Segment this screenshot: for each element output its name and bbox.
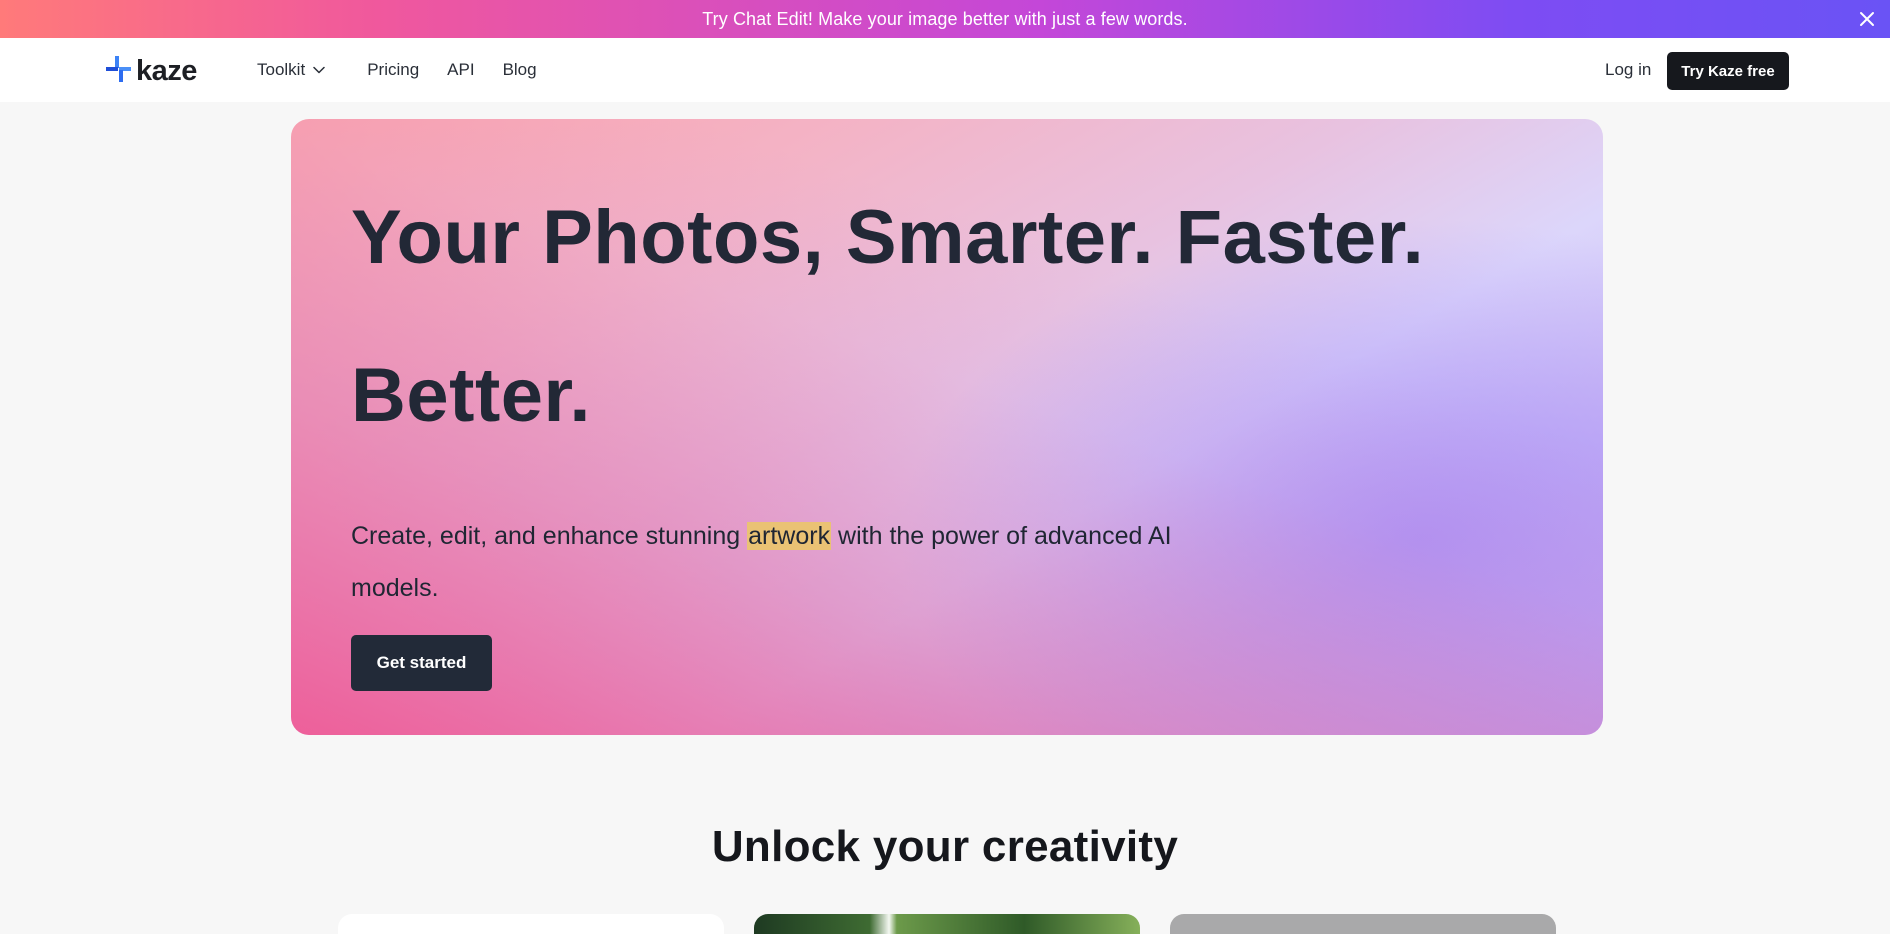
announcement-text[interactable]: Try Chat Edit! Make your image better wi…	[702, 9, 1188, 30]
kaze-plus-logo-icon	[106, 55, 132, 87]
feature-card-image[interactable]	[1170, 914, 1556, 934]
hero-subtitle-highlight: artwork	[747, 522, 832, 550]
nav-item-label: Pricing	[367, 60, 420, 79]
nav-item-label: Blog	[502, 60, 537, 79]
hero-title: Your Photos, Smarter. Faster. Better.	[351, 159, 1451, 475]
hero-content: Your Photos, Smarter. Faster. Better. Cr…	[351, 119, 1543, 691]
nav-links: Toolkit Pricing API Blog	[257, 38, 537, 102]
hero-subtitle: Create, edit, and enhance stunning artwo…	[351, 510, 1251, 614]
top-navbar: kaze Toolkit Pricing API Blog Log in Try…	[0, 38, 1890, 102]
nav-item-api[interactable]: API	[447, 60, 474, 80]
hero-banner: Your Photos, Smarter. Faster. Better. Cr…	[291, 119, 1603, 735]
chevron-down-icon	[313, 66, 325, 74]
try-kaze-free-button[interactable]: Try Kaze free	[1667, 52, 1789, 90]
hero-title-line1: Your Photos, Smarter. Faster.	[351, 195, 1425, 280]
kaze-logo[interactable]: kaze	[106, 55, 197, 87]
feature-card-image[interactable]	[754, 914, 1140, 934]
nav-item-pricing[interactable]: Pricing	[367, 60, 419, 80]
nav-item-blog[interactable]: Blog	[503, 60, 537, 80]
feature-card[interactable]	[338, 914, 724, 934]
close-icon[interactable]	[1852, 4, 1882, 34]
hero-title-line2: Better.	[351, 353, 592, 438]
nav-item-label: Toolkit	[257, 60, 306, 79]
logo-text: kaze	[136, 55, 197, 87]
login-link[interactable]: Log in	[1605, 60, 1651, 80]
announcement-banner[interactable]: Try Chat Edit! Make your image better wi…	[0, 0, 1890, 38]
get-started-button[interactable]: Get started	[351, 635, 492, 691]
nav-item-label: API	[447, 60, 475, 79]
hero-subtitle-before: Create, edit, and enhance stunning	[351, 522, 748, 550]
section-title: Unlock your creativity	[711, 822, 1179, 871]
nav-item-toolkit[interactable]: Toolkit	[257, 60, 325, 80]
